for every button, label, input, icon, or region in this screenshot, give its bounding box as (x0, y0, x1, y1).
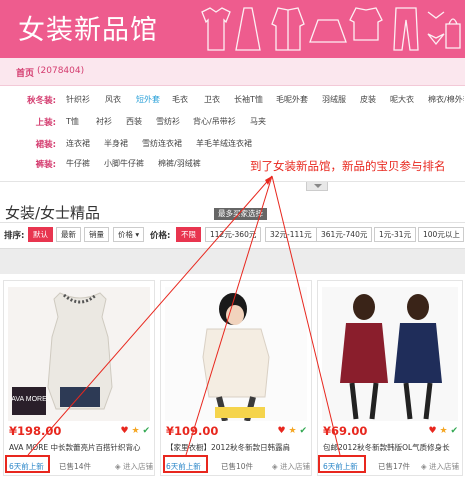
annotation-arrows (27, 175, 341, 456)
